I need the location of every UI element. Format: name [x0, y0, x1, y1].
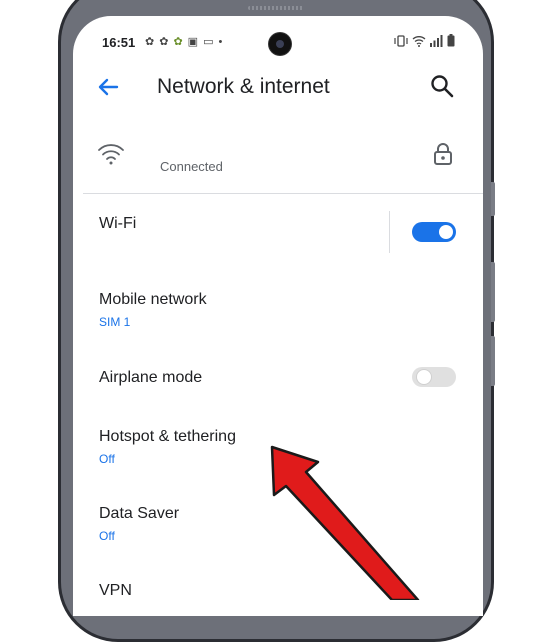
phone-screen: 16:51 ✿ ✿ ✿ ▣ ▭ • Network & internet Con… [73, 16, 483, 616]
vibrate-icon [394, 34, 408, 47]
battery-icon [447, 34, 455, 47]
connected-wifi-network-row[interactable]: Connected [73, 128, 483, 194]
android-icon: ✿ [173, 36, 183, 48]
setting-title: Airplane mode [99, 369, 203, 386]
back-button[interactable] [95, 74, 121, 100]
divider [83, 193, 483, 194]
toggle-knob [416, 369, 432, 385]
setting-vpn[interactable]: VPN [73, 579, 483, 615]
top-app-bar: Network & internet [73, 66, 483, 106]
wifi-connection-status: Connected [160, 159, 223, 174]
setting-title: VPN [99, 582, 132, 599]
sim-icon: ▭ [203, 36, 214, 48]
toggle-knob [439, 225, 453, 239]
setting-title: Data Saver [99, 505, 180, 522]
wifi-toggle[interactable] [412, 222, 456, 242]
setting-subtitle: SIM 1 [99, 315, 131, 329]
power-button [491, 336, 495, 386]
toggle-separator [389, 211, 390, 253]
gear-icon: ✿ [145, 36, 155, 48]
status-icons-left: ✿ ✿ ✿ ▣ ▭ • [145, 35, 223, 49]
setting-data-saver[interactable]: Data Saver Off [73, 502, 483, 550]
signal-icon [430, 34, 443, 47]
volume-button [491, 182, 495, 216]
dot-icon: • [218, 35, 223, 48]
status-bar: 16:51 ✿ ✿ ✿ ▣ ▭ • [73, 16, 483, 56]
search-icon[interactable] [429, 73, 455, 99]
setting-title: Mobile network [99, 291, 207, 308]
page-title: Network & internet [157, 75, 330, 98]
wifi-status-icon [412, 35, 426, 47]
setting-title: Hotspot & tethering [99, 428, 236, 445]
setting-hotspot-tethering[interactable]: Hotspot & tethering Off [73, 425, 483, 473]
wifi-icon [98, 144, 124, 165]
lock-icon [434, 143, 452, 165]
setting-subtitle: Off [99, 452, 115, 466]
speaker-grille [248, 6, 304, 10]
setting-subtitle: Off [99, 529, 115, 543]
status-time: 16:51 [102, 35, 136, 50]
setting-title: Wi-Fi [99, 215, 137, 232]
status-icons-right [394, 34, 455, 47]
setting-mobile-network[interactable]: Mobile network SIM 1 [73, 288, 483, 336]
gear-icon: ✿ [159, 36, 169, 48]
volume-button-lower [491, 262, 495, 322]
airplane-mode-toggle[interactable] [412, 367, 456, 387]
image-icon: ▣ [187, 36, 199, 48]
front-camera [269, 33, 291, 55]
